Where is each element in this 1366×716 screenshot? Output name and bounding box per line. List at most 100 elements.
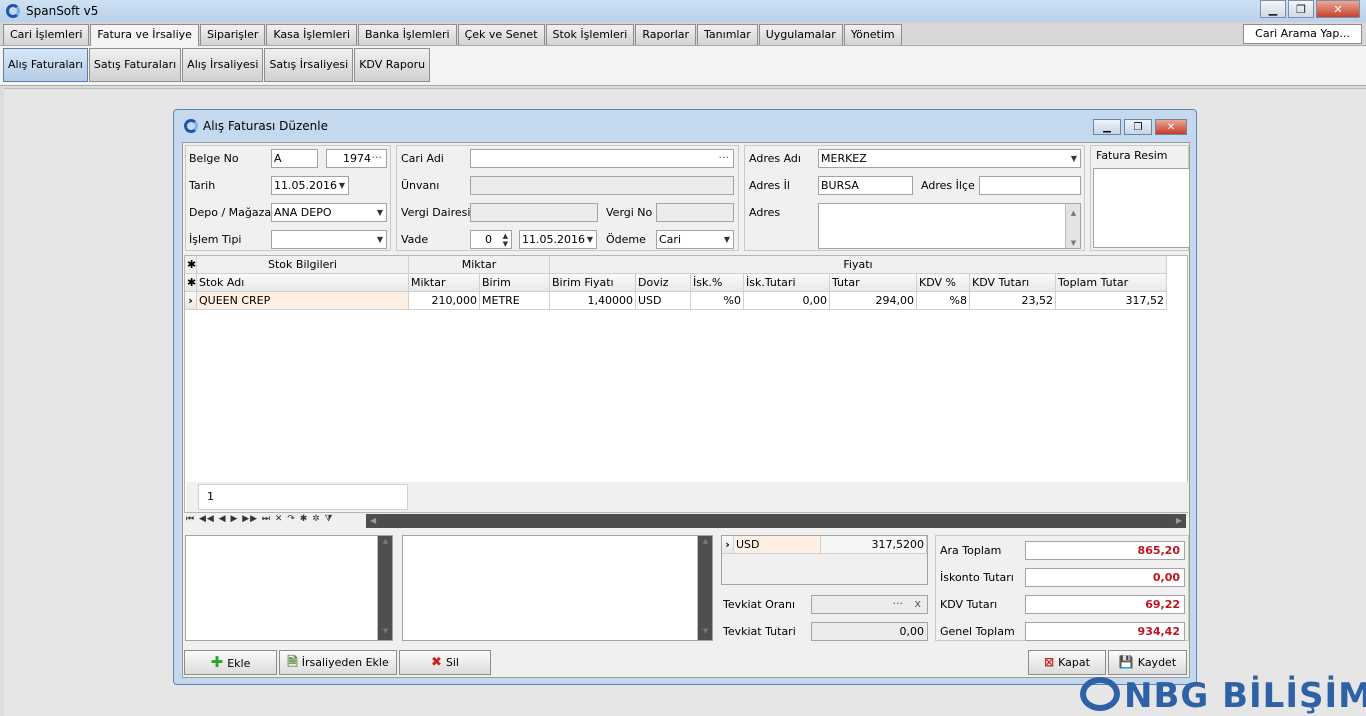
- tab-uygulamalar[interactable]: Uygulamalar: [758, 24, 843, 45]
- col-toplam-tutar[interactable]: Toplam Tutar: [1056, 274, 1167, 292]
- vade-days-stepper[interactable]: 0 ▲ ▼: [470, 230, 512, 249]
- row-indicator-icon[interactable]: ›: [185, 292, 197, 310]
- cell-isk-yuzde[interactable]: %0: [691, 292, 744, 310]
- scroll-down-icon[interactable]: ▼: [378, 627, 393, 639]
- col-stok-adi[interactable]: Stok Adı: [197, 274, 409, 292]
- row-indicator-icon[interactable]: ›: [722, 536, 734, 554]
- chevron-down-icon[interactable]: ▼: [339, 177, 345, 194]
- tab-stok-islemleri[interactable]: Stok İşlemleri: [545, 24, 635, 45]
- note-memo-2[interactable]: ▲ ▼: [402, 535, 713, 641]
- tab-yonetim[interactable]: Yönetim: [843, 24, 902, 45]
- cell-birim[interactable]: METRE: [480, 292, 550, 310]
- tab-cari-islemleri[interactable]: Cari İşlemleri: [3, 24, 90, 45]
- scroll-up-icon[interactable]: ▲: [698, 537, 713, 549]
- invoice-image-box[interactable]: [1093, 168, 1190, 248]
- belge-no-number-input[interactable]: 1974 ···: [326, 149, 387, 168]
- note-memo-1[interactable]: ▲ ▼: [185, 535, 393, 641]
- ellipsis-icon[interactable]: ···: [893, 596, 904, 612]
- cell-miktar[interactable]: 210,000: [409, 292, 480, 310]
- scroll-down-icon[interactable]: ▼: [698, 627, 713, 639]
- scroll-left-icon[interactable]: ◀: [370, 514, 376, 528]
- subtab-alis-faturalari[interactable]: Alış Faturaları: [3, 48, 88, 82]
- memo2-scrollbar[interactable]: ▲ ▼: [697, 536, 712, 640]
- cari-search-button[interactable]: Cari Arama Yap...: [1243, 24, 1362, 44]
- memo1-scrollbar[interactable]: ▲ ▼: [377, 536, 392, 640]
- ellipsis-icon[interactable]: ···: [372, 150, 383, 166]
- cell-kdv-tutari[interactable]: 23,52: [970, 292, 1056, 310]
- ellipsis-icon[interactable]: ···: [719, 150, 730, 166]
- col-tutar[interactable]: Tutar: [830, 274, 917, 292]
- odeme-select[interactable]: Cari ▼: [656, 230, 734, 249]
- close-button[interactable]: ✕: [1316, 0, 1360, 18]
- col-kdv-yuzde[interactable]: KDV %: [917, 274, 970, 292]
- grid-horizontal-scrollbar[interactable]: ◀ ▶: [366, 514, 1186, 528]
- chevron-down-icon[interactable]: ▼: [377, 231, 383, 248]
- kapat-button[interactable]: ⊠ Kapat: [1028, 650, 1106, 675]
- tab-kasa-islemleri[interactable]: Kasa İşlemleri: [266, 24, 358, 45]
- cell-tutar[interactable]: 294,00: [830, 292, 917, 310]
- ekle-button[interactable]: ✚ Ekle: [184, 650, 277, 675]
- dialog-restore-button[interactable]: ❐: [1124, 119, 1152, 135]
- navigator-buttons-icon[interactable]: ⏮ ◀◀ ◀ ▶ ▶▶ ⏭ ✕ ↷ ✱ ✲ ⧩: [186, 514, 334, 524]
- cari-adi-input[interactable]: ···: [470, 149, 734, 168]
- dialog-minimize-button[interactable]: ▁: [1093, 119, 1121, 135]
- subtab-satis-faturalari[interactable]: Satış Faturaları: [88, 48, 182, 82]
- cell-toplam-tutar[interactable]: 317,52: [1056, 292, 1167, 310]
- subtab-kdv-raporu[interactable]: KDV Raporu: [354, 48, 431, 82]
- clear-x-icon[interactable]: x: [914, 596, 921, 612]
- currency-code[interactable]: USD: [734, 536, 821, 554]
- belge-no-series-input[interactable]: A: [271, 149, 318, 168]
- scroll-up-icon[interactable]: ▲: [1066, 205, 1080, 217]
- window-controls: ▁ ❐ ✕: [1258, 0, 1360, 18]
- adres-textarea[interactable]: ▲ ▼: [818, 203, 1081, 249]
- scroll-right-icon[interactable]: ▶: [1176, 514, 1182, 528]
- islem-tipi-select[interactable]: ▼: [271, 230, 387, 249]
- subtab-satis-irsaliyesi[interactable]: Satış İrsaliyesi: [264, 48, 354, 82]
- tab-banka-islemleri[interactable]: Banka İşlemleri: [358, 24, 457, 45]
- tab-tanimlar[interactable]: Tanımlar: [697, 24, 758, 45]
- col-doviz[interactable]: Doviz: [636, 274, 691, 292]
- tevkiat-orani-input[interactable]: ··· x: [811, 595, 928, 614]
- adres-ilce-input[interactable]: [979, 176, 1081, 195]
- dialog-close-button[interactable]: ✕: [1155, 119, 1187, 135]
- cell-doviz[interactable]: USD: [636, 292, 691, 310]
- adres-scrollbar[interactable]: ▲ ▼: [1065, 204, 1080, 248]
- col-birim[interactable]: Birim: [480, 274, 550, 292]
- cell-isk-tutari[interactable]: 0,00: [744, 292, 830, 310]
- cell-kdv-yuzde[interactable]: %8: [917, 292, 970, 310]
- col-miktar[interactable]: Miktar: [409, 274, 480, 292]
- spin-updown-icon[interactable]: ▲ ▼: [503, 232, 508, 248]
- depo-select[interactable]: ANA DEPO ▼: [271, 203, 387, 222]
- scroll-up-icon[interactable]: ▲: [378, 537, 393, 549]
- restore-button[interactable]: ❐: [1288, 0, 1314, 18]
- chevron-down-icon[interactable]: ▼: [1071, 150, 1077, 167]
- kaydet-button[interactable]: 💾 Kaydet: [1108, 650, 1187, 675]
- chevron-down-icon[interactable]: ▼: [587, 231, 593, 248]
- chevron-down-icon[interactable]: ▼: [724, 231, 730, 248]
- scroll-down-icon[interactable]: ▼: [1066, 235, 1080, 247]
- adres-il-input[interactable]: BURSA: [818, 176, 913, 195]
- tab-fatura-ve-irsaliye[interactable]: Fatura ve İrsaliye: [90, 24, 199, 47]
- col-birim-fiyati[interactable]: Birim Fiyatı: [550, 274, 636, 292]
- vade-date-picker[interactable]: 11.05.2016 ▼: [519, 230, 597, 249]
- minimize-button[interactable]: ▁: [1260, 0, 1286, 18]
- col-isk-yuzde[interactable]: İsk.%: [691, 274, 744, 292]
- cell-birim-fiyati[interactable]: 1,40000: [550, 292, 636, 310]
- band-miktar: Miktar: [409, 256, 550, 274]
- subtab-alis-irsaliyesi[interactable]: Alış İrsaliyesi: [182, 48, 264, 82]
- sil-button[interactable]: ✖ Sil: [399, 650, 491, 675]
- tarih-date-picker[interactable]: 11.05.2016 ▼: [271, 176, 349, 195]
- vergi-dairesi-input: [470, 203, 598, 222]
- col-kdv-tutari[interactable]: KDV Tutarı: [970, 274, 1056, 292]
- tab-siparisler[interactable]: Siparişler: [199, 24, 266, 45]
- tab-cek-ve-senet[interactable]: Çek ve Senet: [457, 24, 545, 45]
- tevkiat-tutari-label: Tevkiat Tutari: [723, 625, 796, 638]
- chevron-down-icon[interactable]: ▼: [377, 204, 383, 221]
- adres-adi-select[interactable]: MERKEZ ▼: [818, 149, 1081, 168]
- col-isk-tutari[interactable]: İsk.Tutari: [744, 274, 830, 292]
- tab-raporlar[interactable]: Raporlar: [635, 24, 697, 45]
- cell-stok-adi[interactable]: QUEEN CREP: [197, 292, 409, 310]
- exit-icon: ⊠: [1044, 655, 1055, 669]
- currency-amount[interactable]: 317,5200: [821, 536, 927, 554]
- irsaliyeden-ekle-button[interactable]: 🗎 İrsaliyeden Ekle: [279, 650, 397, 675]
